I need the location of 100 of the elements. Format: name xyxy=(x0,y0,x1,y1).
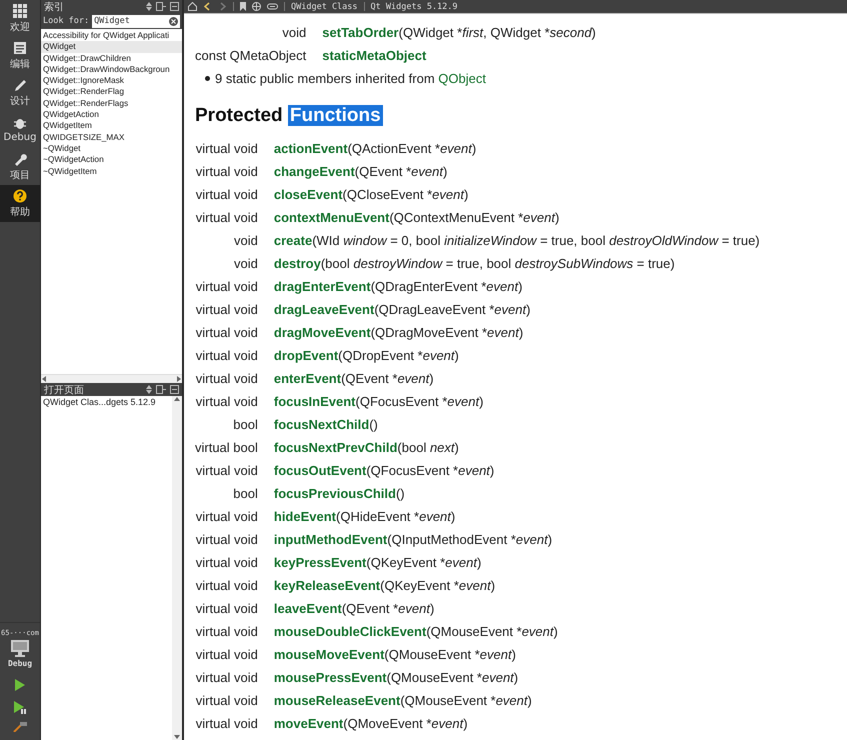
return-type: const QMetaObject xyxy=(195,44,322,67)
parameter-list: (QKeyEvent *event) xyxy=(366,555,482,570)
function-link[interactable]: focusPreviousChild xyxy=(274,486,396,501)
breadcrumb-item[interactable]: Qt Widgets 5.12.9 xyxy=(370,2,458,12)
return-type: bool xyxy=(195,413,274,436)
close-panel-icon[interactable] xyxy=(170,385,179,394)
function-link[interactable]: contextMenuEvent xyxy=(274,210,390,225)
function-link[interactable]: moveEvent xyxy=(274,716,344,731)
parameter-list: (QContextMenuEvent *event) xyxy=(389,210,560,225)
return-type: virtual void xyxy=(195,321,274,344)
parameter-list: (bool next) xyxy=(397,440,459,455)
function-link[interactable]: focusNextChild xyxy=(274,417,370,432)
pen-icon xyxy=(13,78,27,92)
updown-icon[interactable] xyxy=(146,2,152,11)
function-link[interactable]: inputMethodEvent xyxy=(274,532,388,547)
function-link[interactable]: focusInEvent xyxy=(274,394,356,409)
return-type: virtual void xyxy=(195,160,274,183)
function-link[interactable]: mouseMoveEvent xyxy=(274,647,384,662)
mode-button[interactable]: 帮助 xyxy=(0,185,40,222)
return-type: virtual void xyxy=(195,600,259,618)
index-item[interactable]: QWidget::IgnoreMask xyxy=(41,75,182,86)
bookmark-icon[interactable] xyxy=(240,2,246,11)
split-icon[interactable] xyxy=(156,2,166,11)
split-icon[interactable] xyxy=(156,385,166,394)
return-type: virtual void xyxy=(195,531,259,549)
return-type: virtual void xyxy=(195,298,274,321)
function-link[interactable]: enterEvent xyxy=(274,371,342,386)
index-item[interactable]: QWidget::RenderFlag xyxy=(41,86,182,98)
globe-icon[interactable] xyxy=(252,2,261,11)
mode-button[interactable]: 欢迎 xyxy=(0,0,40,37)
function-link[interactable]: keyPressEvent xyxy=(274,555,366,570)
function-link[interactable]: create xyxy=(274,233,312,248)
index-item[interactable]: QWIDGETSIZE_MAX xyxy=(41,132,182,143)
parameter-list: (QDragMoveEvent *event) xyxy=(370,325,524,340)
function-link[interactable]: mouseReleaseEvent xyxy=(274,693,400,708)
function-link[interactable]: staticMetaObject xyxy=(322,48,426,63)
section-heading: Protected Functions xyxy=(195,105,384,127)
home-icon[interactable] xyxy=(188,2,197,11)
link-icon[interactable] xyxy=(267,3,278,10)
parameter-list: (QActionEvent *event) xyxy=(348,141,476,156)
index-item[interactable]: QWidget::RenderFlags xyxy=(41,98,182,110)
index-item[interactable]: ~QWidgetAction xyxy=(41,154,182,166)
function-link[interactable]: focusNextPrevChild xyxy=(274,440,398,455)
index-item[interactable]: QWidgetAction xyxy=(41,109,182,120)
index-item[interactable]: Accessibility for QWidget Applicati xyxy=(41,30,182,42)
close-panel-icon[interactable] xyxy=(170,2,179,11)
function-link[interactable]: changeEvent xyxy=(274,164,355,179)
return-type: virtual void xyxy=(195,646,259,664)
function-link[interactable]: closeEvent xyxy=(274,187,343,202)
index-item[interactable]: ~QWidgetItem xyxy=(41,166,182,177)
clear-icon[interactable] xyxy=(169,16,178,26)
grid-icon xyxy=(13,4,27,18)
function-link[interactable]: dropEvent xyxy=(274,348,338,363)
parameter-list: (QFocusEvent *event) xyxy=(356,394,484,409)
return-type: virtual void xyxy=(195,275,274,298)
function-link[interactable]: setTabOrder xyxy=(322,25,399,40)
function-link[interactable]: focusOutEvent xyxy=(274,463,366,478)
parameter-list: (QEvent *event) xyxy=(342,601,434,616)
return-type: virtual void xyxy=(195,183,274,206)
parameter-list: (bool destroyWindow = true, bool destroySubWindows = true) xyxy=(320,256,675,271)
function-link[interactable]: dragEnterEvent xyxy=(274,279,371,294)
function-link[interactable]: dragMoveEvent xyxy=(274,325,371,340)
index-item[interactable]: QWidget xyxy=(41,41,182,53)
parameter-list: (WId window = 0, bool initializeWindow = true, bool destroyOldWindow = true) xyxy=(312,233,760,248)
back-icon[interactable] xyxy=(203,2,212,11)
function-link[interactable]: actionEvent xyxy=(274,141,348,156)
parameter-list: (QDragEnterEvent *event) xyxy=(370,279,522,294)
open-page-item[interactable]: QWidget Clas...dgets 5.12.9 xyxy=(41,396,172,408)
mode-button[interactable]: 项目 xyxy=(0,148,40,185)
function-link[interactable]: mousePressEvent xyxy=(274,670,387,685)
panel-title[interactable]: 索引 xyxy=(44,0,142,14)
return-type: virtual void xyxy=(195,344,274,367)
mode-button[interactable]: Debug xyxy=(0,111,40,148)
panel-title[interactable]: 打开页面 xyxy=(44,382,142,396)
index-item[interactable]: QWidget::DrawWindowBackgroun xyxy=(41,64,182,76)
wrench-icon xyxy=(13,152,27,166)
mode-button[interactable]: 设计 xyxy=(0,74,40,111)
breadcrumb-item[interactable]: QWidget Class xyxy=(291,2,358,12)
parameter-list: (QKeyEvent *event) xyxy=(380,578,496,593)
return-type: virtual bool xyxy=(195,436,274,459)
help-icon xyxy=(13,188,27,202)
function-link[interactable]: mouseDoubleClickEvent xyxy=(274,624,426,639)
debug-run-icon[interactable] xyxy=(13,700,27,714)
mode-button[interactable]: 编辑 xyxy=(0,37,40,74)
run-icon[interactable] xyxy=(14,678,26,692)
function-link[interactable]: keyReleaseEvent xyxy=(274,578,380,593)
index-item[interactable]: QWidgetItem xyxy=(41,120,182,132)
return-type: virtual void xyxy=(195,577,259,595)
hammer-icon[interactable] xyxy=(13,722,27,732)
index-item[interactable]: QWidget::DrawChildren xyxy=(41,52,182,64)
scroll-down-icon[interactable] xyxy=(174,735,180,740)
function-link[interactable]: destroy xyxy=(274,256,321,271)
function-link[interactable]: leaveEvent xyxy=(274,601,342,616)
updown-icon[interactable] xyxy=(146,385,152,394)
function-link[interactable]: dragLeaveEvent xyxy=(274,302,374,317)
class-link[interactable]: QObject xyxy=(438,70,486,86)
function-link[interactable]: hideEvent xyxy=(274,509,336,524)
parameter-list: (QMouseEvent *event) xyxy=(400,693,532,708)
index-item[interactable]: ~QWidget xyxy=(41,142,182,154)
monitor-icon[interactable] xyxy=(10,639,30,657)
